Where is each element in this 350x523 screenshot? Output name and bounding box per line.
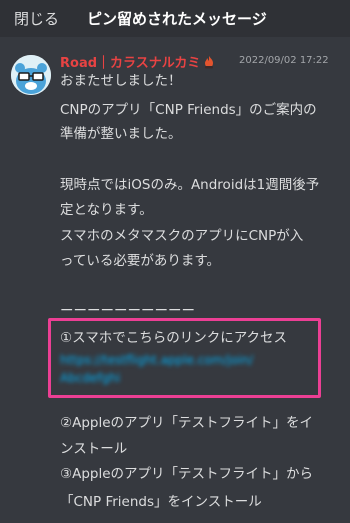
message-line: スマホのメタマスクのアプリにCNPが入 <box>60 228 304 244</box>
message-line: CNPのアプリ「CNP Friends」のご案内の <box>60 102 317 118</box>
message-line: ンストール <box>60 441 128 457</box>
message-line: ①スマホでこちらのリンクにアクセス <box>60 330 288 346</box>
message-line: 準備が整いました。 <box>60 126 182 142</box>
link-text[interactable]: https://testflight.apple.com/join/ <box>60 353 253 367</box>
message-line: ③Appleのアプリ「テストフライト」から <box>60 466 314 482</box>
message-line: 定となります。 <box>60 202 153 218</box>
close-button[interactable]: 閉じる <box>14 8 59 29</box>
flame-role-icon <box>205 56 214 69</box>
link-text[interactable]: Abcdefghi <box>60 371 120 385</box>
message-line: ②Appleのアプリ「テストフライト」をイ <box>60 415 314 431</box>
header-bar: 閉じる ピン留めされたメッセージ <box>0 0 350 37</box>
separator-line: ーーーーーーーーーー <box>60 303 195 319</box>
avatar-image <box>11 55 51 95</box>
message-line: っている必要があります。 <box>60 253 220 269</box>
page-title: ピン留めされたメッセージ <box>87 10 267 28</box>
message-line: 現時点ではiOSのみ。Androidは1週間後予 <box>60 177 320 193</box>
message-line: おまたせしました！ <box>60 73 182 89</box>
avatar[interactable] <box>11 55 51 95</box>
message-line: 「CNP Friends」をインストール <box>60 494 262 510</box>
message-author-line: Road｜カラスナルカミ <box>60 52 215 71</box>
message-timestamp: 2022/09/02 17:22 <box>239 55 329 66</box>
